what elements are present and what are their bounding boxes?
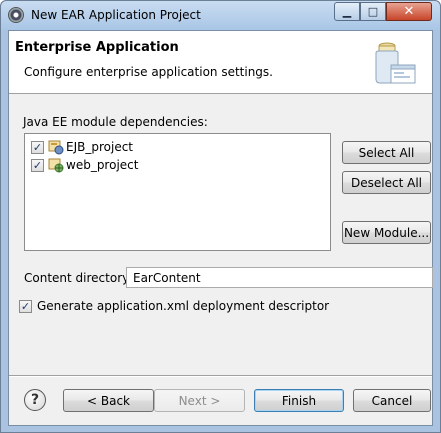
deselect-all-button[interactable]: Deselect All [342,171,431,194]
eclipse-gear-icon [8,7,24,23]
ejb-project-icon [48,140,64,155]
cancel-button[interactable]: Cancel [353,389,431,412]
back-button[interactable]: < Back [63,389,154,412]
content-directory-label: Content directory: [24,271,133,285]
page-description: Configure enterprise application setting… [24,65,273,79]
new-module-button[interactable]: New Module... [342,221,431,244]
jar-wizard-icon [375,42,416,84]
generate-descriptor-option[interactable]: ✓ Generate application.xml deployment de… [19,299,329,313]
web-project-checkbox[interactable]: ✓ [31,158,44,172]
dialog-body: Enterprise Application Configure enterpr… [8,30,433,426]
title-bar[interactable]: New EAR Application Project ▁ □ ✕ [1,1,440,30]
generate-descriptor-label: Generate application.xml deployment desc… [37,299,330,313]
footer-separator [9,375,432,377]
help-icon[interactable]: ? [24,389,46,411]
list-item-label: EJB_project [66,140,134,154]
list-item[interactable]: ✓ web_project [31,156,138,174]
finish-button[interactable]: Finish [254,389,344,412]
close-button[interactable]: ✕ [386,2,432,21]
minimize-button[interactable]: ▁ [334,2,360,21]
generate-descriptor-checkbox[interactable]: ✓ [19,299,32,313]
ejb-project-checkbox[interactable]: ✓ [31,140,44,154]
content-directory-input[interactable] [126,267,433,288]
wizard-header: Enterprise Application Configure enterpr… [9,31,432,94]
module-list[interactable]: ✓ EJB_project ✓ web_project [24,133,331,251]
dialog-window: New EAR Application Project ▁ □ ✕ Enterp… [0,0,441,433]
list-item[interactable]: ✓ EJB_project [31,138,133,156]
module-dependencies-label: Java EE module dependencies: [23,115,208,129]
web-project-icon [48,158,64,173]
select-all-button[interactable]: Select All [342,141,431,164]
window-title: New EAR Application Project [31,8,201,22]
next-button[interactable]: Next > [154,389,245,412]
list-item-label: web_project [66,158,139,172]
page-title: Enterprise Application [15,40,179,55]
maximize-button[interactable]: □ [360,2,386,21]
